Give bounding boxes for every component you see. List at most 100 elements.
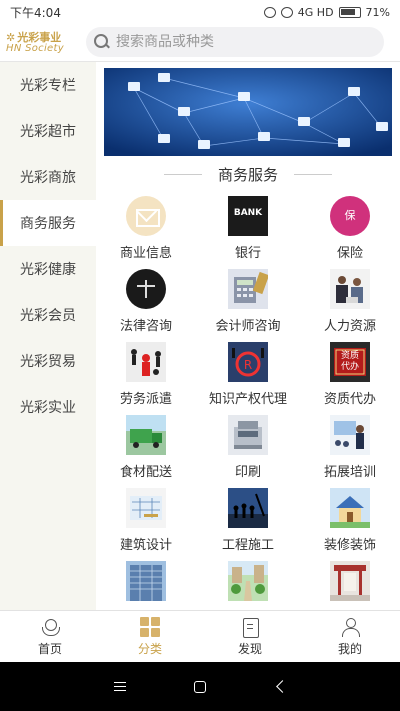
sidebar-item[interactable]: 光彩会员 — [0, 292, 96, 338]
service-label: 银行 — [234, 246, 261, 261]
insurance-icon: 保 — [330, 196, 370, 236]
nav-label: 首页 — [37, 641, 62, 656]
service-label: 商业信息 — [119, 246, 172, 261]
sidebar-item[interactable]: 光彩贸易 — [0, 338, 96, 384]
service-label: 劳务派遣 — [119, 392, 172, 407]
logo-en: HN Society — [6, 42, 64, 54]
service-label: 食材配送 — [119, 465, 172, 480]
service-label: 资质代办 — [323, 392, 376, 407]
home-button[interactable] — [180, 672, 220, 702]
service-label: 装修装饰 — [323, 538, 376, 553]
service-item[interactable]: 建筑设计 — [96, 486, 196, 559]
back-button[interactable] — [260, 672, 300, 702]
sidebar-item[interactable]: 光彩商旅 — [0, 154, 96, 200]
service-label: 法律咨询 — [119, 319, 172, 334]
status-time: 下午4:04 — [10, 5, 61, 20]
menu-button[interactable] — [100, 672, 140, 702]
service-item[interactable]: 装修装饰 — [300, 486, 400, 559]
training-icon — [330, 415, 370, 455]
divider-right — [294, 173, 332, 175]
service-item[interactable]: 拓展培训 — [300, 413, 400, 486]
service-label: 会计师咨询 — [215, 319, 281, 334]
app-logo[interactable]: ✲ 光彩事业 HN Society — [0, 32, 80, 54]
sidebar-item-label: 光彩超市 — [20, 124, 76, 140]
truck-icon — [126, 415, 166, 455]
nav-discover[interactable]: 发现 — [200, 611, 300, 662]
service-item[interactable]: 人力资源 — [300, 267, 400, 340]
sidebar-item-label: 光彩贸易 — [20, 354, 76, 370]
interior-icon — [330, 561, 370, 601]
service-item[interactable]: 会计师咨询 — [198, 267, 298, 340]
search-icon — [94, 34, 110, 50]
service-item[interactable]: BANK 银行 — [198, 194, 298, 267]
system-nav-bar — [0, 662, 400, 711]
sidebar-item-label: 光彩实业 — [20, 400, 76, 416]
service-label: 工程施工 — [221, 538, 274, 553]
nav-home[interactable]: 首页 — [0, 611, 100, 662]
garden-icon — [228, 561, 268, 601]
service-item[interactable]: 法律咨询 — [96, 267, 196, 340]
network-illustration — [104, 68, 392, 156]
workers-icon — [126, 342, 166, 382]
service-grid: 商业信息 BANK 银行 保保险 法律咨询 会计师咨询 人力资源 劳务派遣 R 知识产权代理 资质代… — [96, 194, 400, 610]
sidebar-item-label: 光彩会员 — [20, 308, 76, 324]
trademark-icon: R — [228, 342, 268, 382]
sidebar-item[interactable]: 光彩健康 — [0, 246, 96, 292]
service-item[interactable] — [198, 559, 298, 610]
service-label: 建筑设计 — [119, 538, 172, 553]
sidebar-item-label: 光彩商旅 — [20, 170, 76, 186]
sync-icon — [263, 6, 276, 18]
divider-left — [163, 173, 202, 175]
svg-text:R: R — [244, 358, 252, 372]
nav-label: 我的 — [337, 641, 362, 656]
category-content: 商务服务 商业信息 BANK 银行 保保险 法律咨询 会计师咨询 人力资源 劳务派遣 R 知识产权… — [96, 62, 400, 610]
sidebar-item[interactable]: 光彩实业 — [0, 384, 96, 430]
section-title: 商务服务 — [217, 165, 278, 184]
service-item[interactable]: 印刷 — [198, 413, 298, 486]
service-label: 知识产权代理 — [208, 392, 287, 407]
status-bar: 下午4:04 4G HD 71% — [0, 0, 400, 24]
sidebar-item-label: 商务服务 — [20, 216, 76, 232]
search-bar[interactable] — [86, 27, 384, 57]
sidebar-item[interactable]: 光彩专栏 — [0, 62, 96, 108]
service-item[interactable]: 食材配送 — [96, 413, 196, 486]
network-label: 4G HD — [297, 5, 334, 19]
bottom-nav: 首页 分类 发现 我的 — [0, 610, 400, 662]
back-arrow-icon — [275, 680, 289, 693]
service-label: 保险 — [336, 246, 363, 261]
envelope-icon — [126, 196, 166, 236]
service-item[interactable]: 工程施工 — [198, 486, 298, 559]
status-icons: 4G HD 71% — [263, 5, 390, 19]
service-item[interactable] — [96, 559, 196, 610]
license-icon: 资质代办 — [330, 342, 370, 382]
sidebar-item[interactable]: 光彩超市 — [0, 108, 96, 154]
house-icon — [330, 488, 370, 528]
profile-icon — [340, 617, 360, 637]
service-item[interactable]: 资质代办 资质代办 — [300, 340, 400, 413]
search-input[interactable] — [116, 34, 366, 50]
people-icon — [330, 269, 370, 309]
printer-icon — [228, 415, 268, 455]
service-item[interactable] — [300, 559, 400, 610]
battery-level: 71% — [365, 5, 390, 19]
service-item[interactable]: 商业信息 — [96, 194, 196, 267]
menu-icon — [114, 685, 126, 688]
battery-icon — [338, 6, 361, 18]
calculator-icon — [228, 269, 268, 309]
banner-image[interactable] — [104, 68, 392, 156]
nav-category[interactable]: 分类 — [100, 611, 200, 662]
service-item[interactable]: 劳务派遣 — [96, 340, 196, 413]
category-sidebar: 光彩专栏光彩超市光彩商旅商务服务光彩健康光彩会员光彩贸易光彩实业 — [0, 62, 96, 610]
service-item[interactable]: R 知识产权代理 — [198, 340, 298, 413]
nav-profile[interactable]: 我的 — [300, 611, 400, 662]
square-icon — [194, 680, 206, 693]
construction-icon — [228, 488, 268, 528]
service-item[interactable]: 保保险 — [300, 194, 400, 267]
blueprint-icon — [126, 488, 166, 528]
nav-label: 分类 — [137, 641, 162, 656]
category-icon — [140, 616, 160, 637]
insurance-text: 保 — [344, 209, 356, 222]
app-header: ✲ 光彩事业 HN Society — [0, 24, 400, 62]
nav-label: 发现 — [237, 641, 262, 656]
sidebar-item[interactable]: 商务服务 — [0, 200, 96, 246]
